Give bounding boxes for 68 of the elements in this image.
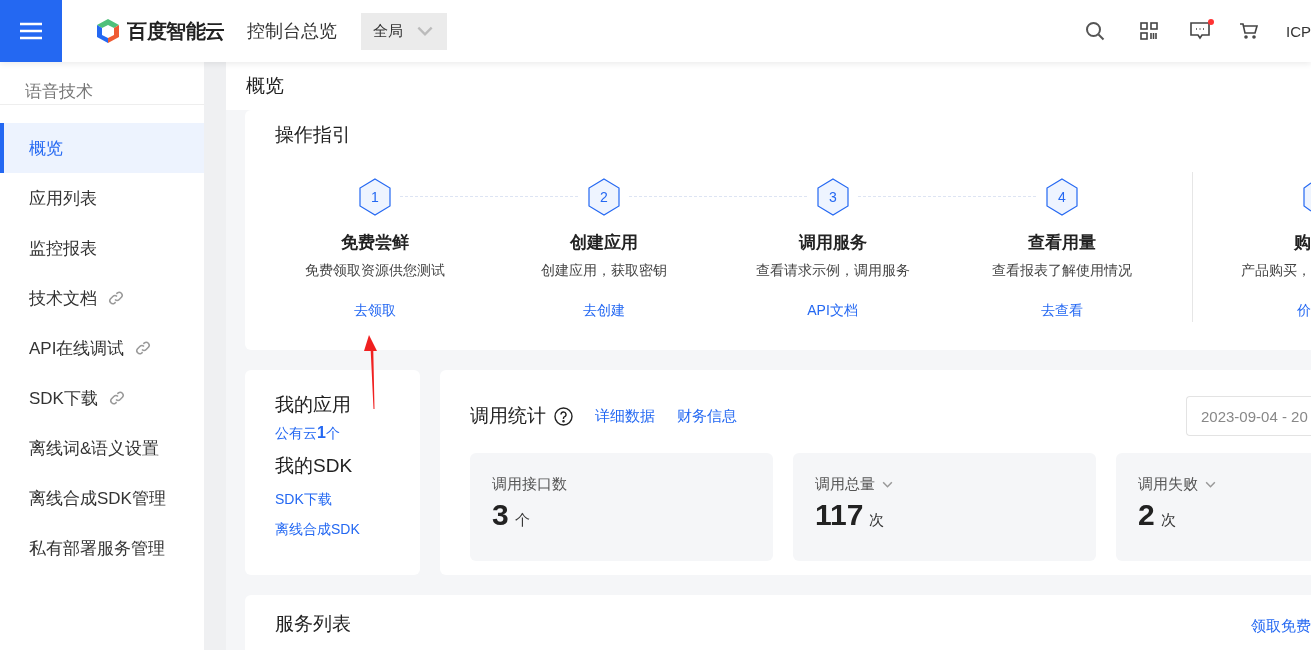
link-icon [107, 389, 126, 407]
search-icon [1085, 21, 1105, 41]
cube-logo-icon [95, 18, 121, 44]
step-title: 查看用量 [1027, 232, 1096, 254]
metric-unit: 个 [514, 511, 530, 530]
sidebar-item[interactable]: 技术文档 [0, 273, 204, 323]
sdk-link[interactable]: 离线合成SDK [275, 521, 360, 539]
sidebar-item[interactable]: 离线词&语义设置 [0, 423, 204, 473]
free-resource-link[interactable]: 领取免费 [1251, 617, 1311, 636]
step-link[interactable]: 去创建 [582, 302, 625, 320]
stats-link[interactable]: 详细数据 [595, 406, 655, 426]
link-icon [107, 289, 125, 307]
step-number-hexagon: 2 [586, 178, 621, 216]
search-button[interactable] [1085, 21, 1105, 41]
sidebar-item[interactable]: 监控报表 [0, 223, 204, 273]
step-description: 查看报表了解使用情况 [991, 262, 1132, 280]
step-description: 查看请求示例，调用服务 [755, 262, 910, 280]
menu-button[interactable] [0, 0, 62, 62]
cart-button[interactable] [1240, 23, 1258, 39]
sidebar-item[interactable]: 应用列表 [0, 173, 204, 223]
section-title: 服务列表 [275, 612, 351, 636]
sidebar-item[interactable]: API在线调试 [0, 323, 204, 373]
page-title: 概览 [246, 74, 284, 98]
step-description: 产品购买， [1241, 262, 1311, 280]
metric-unit: 次 [869, 511, 885, 530]
step-number-hexagon: 1 [357, 178, 392, 216]
menu-icon [20, 22, 42, 40]
scope-dropdown[interactable]: 全局 [360, 12, 447, 50]
cart-icon [1240, 23, 1258, 39]
step-number-hexagon: 4 [1044, 178, 1079, 216]
metric-label: 调用总量 [815, 475, 875, 494]
link-icon [134, 339, 153, 357]
sidebar-item[interactable]: SDK下载 [0, 373, 204, 423]
metric-value: 117 [815, 498, 864, 532]
section-title: 我的应用 [275, 393, 351, 417]
brand-name: 百度智能云 [127, 18, 225, 44]
step-link[interactable]: API文档 [807, 302, 858, 320]
help-icon[interactable] [554, 406, 573, 426]
metric-value: 2 [1138, 498, 1155, 532]
sdk-link[interactable]: SDK下载 [275, 491, 332, 509]
step-number-hexagon: 3 [815, 178, 850, 216]
chat-bubble-icon [1190, 21, 1210, 41]
step-title: 免费尝鲜 [340, 232, 409, 254]
section-title: 调用统计 [470, 404, 546, 428]
qr-code-icon [1140, 22, 1158, 40]
section-title: 操作指引 [275, 123, 351, 147]
step-title: 创建应用 [569, 232, 638, 254]
metric-unit: 次 [1160, 511, 1176, 530]
public-cloud-link[interactable]: 公有云1个 [275, 424, 340, 443]
sidebar-item[interactable]: 私有部署服务管理 [0, 523, 204, 573]
sidebar-item[interactable]: 离线合成SDK管理 [0, 473, 204, 523]
metric-value: 3 [492, 498, 509, 532]
step-title: 购 [1294, 232, 1311, 254]
metric-label: 调用接口数 [492, 475, 567, 494]
step-title: 调用服务 [798, 232, 867, 254]
date-range-field[interactable]: 2023-09-04 - 20 [1186, 396, 1311, 436]
sidebar-item[interactable]: 概览 [0, 123, 204, 173]
stats-link[interactable]: 财务信息 [677, 406, 737, 426]
qr-code-button[interactable] [1140, 22, 1158, 40]
step-link[interactable]: 价 [1297, 302, 1311, 320]
section-title: 我的SDK [275, 454, 353, 478]
step-description: 创建应用，获取密钥 [540, 262, 667, 280]
step-link[interactable]: 去查看 [1040, 302, 1083, 320]
console-title: 控制台总览 [246, 20, 337, 43]
account-name[interactable]: ICP [1286, 22, 1311, 40]
step-description: 免费领取资源供您测试 [304, 262, 445, 280]
metric-label: 调用失败 [1138, 475, 1198, 494]
step-link[interactable]: 去领取 [353, 302, 396, 320]
